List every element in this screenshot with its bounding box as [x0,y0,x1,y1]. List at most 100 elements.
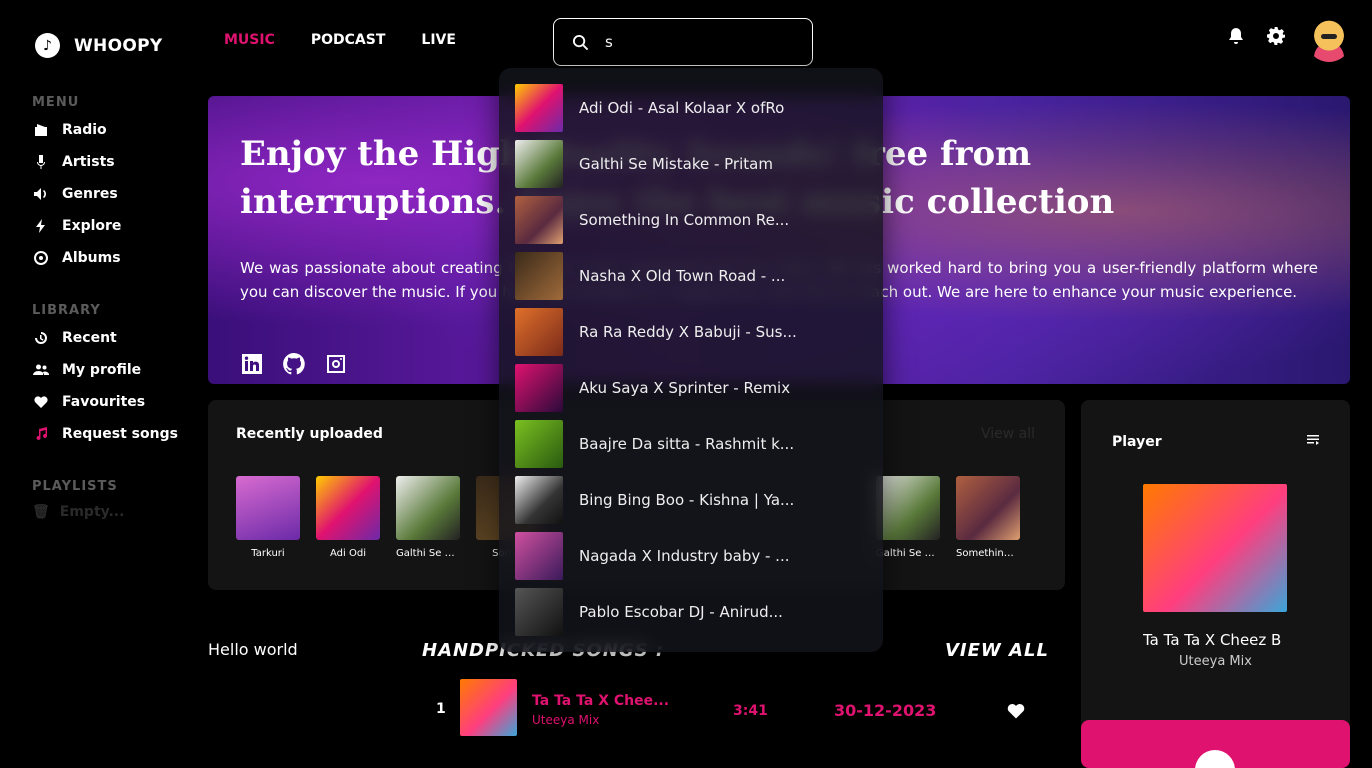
history-icon [32,329,50,347]
recent-item[interactable]: Something ... [956,476,1020,559]
sidebar-item-radio[interactable]: Radio [32,119,121,141]
result-title: Something In Common Re... [579,211,790,229]
song-index: 1 [436,701,446,717]
sidebar-menu: Radio Artists Genres Explore Albums [32,119,121,269]
avatar[interactable] [1306,14,1352,62]
sidebar-item-label: Explore [62,218,122,234]
result-title: Pablo Escobar DJ - Anirud... [579,603,783,621]
result-title: Galthi Se Mistake - Pritam [579,155,773,173]
queue-icon[interactable] [1306,432,1320,451]
result-title: Aku Saya X Sprinter - Remix [579,379,791,397]
sidebar-item-label: My profile [62,362,142,378]
recent-item[interactable]: Adi Odi [316,476,380,559]
recent-item[interactable]: Galthi Se Mi... [876,476,940,559]
sidebar-item-artists[interactable]: Artists [32,151,121,173]
now-playing-art [1143,484,1287,612]
sidebar-item-label: Favourites [62,394,146,410]
search-input[interactable] [605,33,785,51]
sidebar-item-genres[interactable]: Genres [32,183,121,205]
search-result-item[interactable]: Pablo Escobar DJ - Anirud... [515,588,875,636]
sidebar-item-label: Genres [62,186,118,202]
recent-item[interactable]: Galthi Se Mi... [396,476,460,559]
sidebar-item-request-songs[interactable]: Request songs [32,423,178,445]
bell-icon[interactable] [1226,26,1246,50]
sidebar-item-my-profile[interactable]: My profile [32,359,178,381]
top-nav: MUSIC PODCAST LIVE [224,32,456,48]
search-result-item[interactable]: Nagada X Industry baby - ... [515,532,875,580]
search-result-item[interactable]: Bing Bing Boo - Kishna | Ya... [515,476,875,524]
search-result-item[interactable]: Aku Saya X Sprinter - Remix [515,364,875,412]
logo[interactable]: ♪ WHOOPY [35,33,162,58]
tab-live[interactable]: LIVE [421,32,456,48]
song-duration: 3:41 [733,703,768,719]
sidebar-item-recent[interactable]: Recent [32,327,178,349]
result-art [515,252,563,300]
handpicked-view-all[interactable]: VIEW ALL [945,640,1049,661]
recent-item-title: Something ... [956,548,1020,559]
result-title: Nagada X Industry baby - ... [579,547,790,565]
gear-icon[interactable] [1266,26,1286,50]
search-result-item[interactable]: Ra Ra Reddy X Babuji - Sus... [515,308,875,356]
sidebar-item-label: Artists [62,154,115,170]
song-cover [460,679,517,736]
trash-icon: 🗑 [32,504,50,520]
now-playing-artist: Uteeya Mix [1179,654,1252,669]
search-result-item[interactable]: Nasha X Old Town Road - ... [515,252,875,300]
users-icon [32,361,50,379]
playlists-heading: PLAYLISTS [32,479,118,494]
radio-icon [32,121,50,139]
view-all-link[interactable]: View all [981,426,1035,442]
sidebar-item-label: Request songs [62,426,178,442]
song-title: Ta Ta Ta X Chee... [532,693,670,709]
disc-icon [32,249,50,267]
result-art [515,140,563,188]
search-result-item[interactable]: Adi Odi - Asal Kolaar X ofRo [515,84,875,132]
heart-icon[interactable] [1006,701,1026,725]
instagram-icon[interactable] [324,352,348,380]
library-heading: LIBRARY [32,303,101,318]
search-box[interactable] [553,18,813,66]
result-title: Baajre Da sitta - Rashmit k... [579,435,795,453]
sidebar-library: Recent My profile Favourites Request son… [32,327,178,445]
linkedin-icon[interactable] [240,352,264,380]
result-title: Nasha X Old Town Road - ... [579,267,786,285]
search-result-item[interactable]: Galthi Se Mistake - Pritam [515,140,875,188]
menu-heading: MENU [32,95,80,110]
album-art [316,476,380,540]
top-right-icons [1226,14,1352,62]
app-name: WHOOPY [74,35,163,56]
result-title: Ra Ra Reddy X Babuji - Sus... [579,323,797,341]
microphone-icon [32,153,50,171]
sidebar-item-explore[interactable]: Explore [32,215,121,237]
song-row[interactable]: 1 Ta Ta Ta X Chee... Uteeya Mix 3:41 30-… [436,679,1036,737]
sidebar-item-label: Albums [62,250,121,266]
result-title: Bing Bing Boo - Kishna | Ya... [579,491,795,509]
tab-music[interactable]: MUSIC [224,32,275,48]
player-title: Player [1112,434,1162,450]
result-art [515,588,563,636]
recent-item[interactable]: Tarkuri [236,476,300,559]
hello-text: Hello world [208,640,298,659]
tab-podcast[interactable]: PODCAST [311,32,386,48]
heart-icon [32,393,50,411]
recent-item-title: Adi Odi [330,548,366,559]
sidebar-item-albums[interactable]: Albums [32,247,121,269]
search-result-item[interactable]: Baajre Da sitta - Rashmit k... [515,420,875,468]
song-date: 30-12-2023 [834,701,937,720]
app: ♪ WHOOPY MENU Radio Artists Genres Explo… [0,0,1372,768]
bolt-icon [32,217,50,235]
playlists-empty-label: Empty... [59,504,125,520]
music-note-icon [32,425,50,443]
sidebar-item-label: Radio [62,122,107,138]
search-result-item[interactable]: Something In Common Re... [515,196,875,244]
result-art [515,84,563,132]
result-art [515,364,563,412]
result-art [515,420,563,468]
sidebar-item-favourites[interactable]: Favourites [32,391,178,413]
album-art [956,476,1020,540]
speaker-icon [32,185,50,203]
song-artist: Uteeya Mix [532,713,600,727]
sidebar-item-label: Recent [62,330,117,346]
result-art [515,532,563,580]
github-icon[interactable] [282,352,306,380]
